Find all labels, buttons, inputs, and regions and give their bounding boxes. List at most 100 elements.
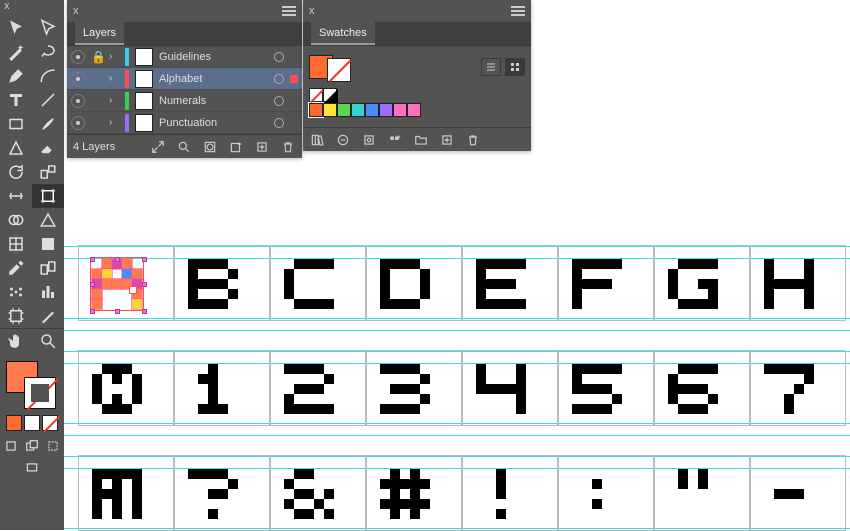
lasso-tool[interactable] (32, 40, 64, 64)
tools-grid (0, 16, 64, 353)
visibility-icon[interactable] (71, 50, 85, 64)
new-layer-icon[interactable] (254, 139, 270, 155)
swatch-color[interactable] (323, 103, 337, 117)
shaper-tool[interactable] (0, 136, 32, 160)
layer-name: Punctuation (159, 117, 268, 129)
target-icon[interactable] (274, 96, 284, 106)
tools-panel: x (0, 0, 64, 530)
screen-mode[interactable] (0, 457, 64, 479)
symbol-sprayer-tool[interactable] (0, 280, 32, 304)
swatch-color[interactable] (407, 103, 421, 117)
lock-icon[interactable]: 🔒 (91, 50, 103, 64)
layers-panel-header: x (67, 0, 302, 22)
new-swatch-icon[interactable] (439, 132, 455, 148)
visibility-icon[interactable] (71, 116, 85, 130)
trash-icon[interactable] (280, 139, 296, 155)
target-icon[interactable] (274, 52, 284, 62)
swatch-color[interactable] (379, 103, 393, 117)
blend-tool[interactable] (32, 256, 64, 280)
new-swatch-folder-icon[interactable] (413, 132, 429, 148)
magic-wand-tool[interactable] (0, 40, 32, 64)
eyedropper-tool[interactable] (0, 256, 32, 280)
layer-row-guidelines[interactable]: 🔒 › Guidelines (67, 46, 302, 68)
rotate-tool[interactable] (0, 160, 32, 184)
glyph-A-selected[interactable] (92, 259, 152, 319)
eraser-tool[interactable] (32, 136, 64, 160)
swatch-registration[interactable] (323, 88, 337, 102)
expand-icon[interactable]: › (109, 117, 119, 128)
new-color-group-icon[interactable] (387, 132, 403, 148)
stroke-swatch[interactable] (24, 377, 56, 409)
artboard-tool[interactable] (0, 304, 32, 328)
expand-icon[interactable]: › (109, 73, 119, 84)
layers-panel-footer: 4 Layers (67, 134, 302, 158)
swatch-library-icon[interactable] (309, 132, 325, 148)
layers-panel-menu[interactable] (282, 6, 296, 16)
none-chip[interactable] (42, 415, 58, 431)
visibility-icon[interactable] (71, 94, 85, 108)
last-fill-chip[interactable] (6, 415, 22, 431)
swatch-color[interactable] (337, 103, 351, 117)
current-stroke[interactable] (327, 58, 351, 82)
layer-color-bar (125, 92, 129, 110)
tab-swatches[interactable]: Swatches (311, 22, 375, 45)
swatches-panel-header: x (303, 0, 531, 22)
swatch-color[interactable] (309, 103, 323, 117)
expand-icon[interactable]: › (109, 51, 119, 62)
swatch-kind-icon[interactable] (335, 132, 351, 148)
expand-icon[interactable]: › (109, 95, 119, 106)
scale-tool[interactable] (32, 160, 64, 184)
target-icon[interactable] (274, 74, 284, 84)
swatch-none[interactable] (309, 88, 323, 102)
pen-tool[interactable] (0, 64, 32, 88)
gradient-tool[interactable] (32, 232, 64, 256)
layer-row-numerals[interactable]: › Numerals (67, 90, 302, 112)
artboard-cell (174, 350, 270, 426)
hand-tool[interactable] (0, 329, 32, 353)
selection-tool[interactable] (0, 16, 32, 40)
width-tool[interactable] (0, 184, 32, 208)
draw-inside[interactable] (43, 435, 64, 457)
layers-panel-close[interactable]: x (73, 5, 79, 17)
locate-object-icon[interactable] (150, 139, 166, 155)
layers-panel-tabs: Layers (67, 22, 302, 46)
swatch-options-icon[interactable] (361, 132, 377, 148)
grid-view-icon[interactable] (505, 58, 525, 76)
type-tool[interactable] (0, 88, 32, 112)
perspective-grid-tool[interactable] (32, 208, 64, 232)
tools-close[interactable]: x (0, 0, 64, 16)
draw-normal[interactable] (0, 435, 21, 457)
rectangle-tool[interactable] (0, 112, 32, 136)
paintbrush-tool[interactable] (32, 112, 64, 136)
tab-layers[interactable]: Layers (75, 22, 124, 45)
selection-indicator (290, 53, 298, 61)
target-icon[interactable] (274, 118, 284, 128)
layer-row-alphabet[interactable]: › Alphabet (67, 68, 302, 90)
artboard-cell (654, 455, 750, 531)
layer-row-punctuation[interactable]: › Punctuation (67, 112, 302, 134)
clip-mask-icon[interactable] (202, 139, 218, 155)
zoom-tool[interactable] (32, 329, 64, 353)
shape-builder-tool[interactable] (0, 208, 32, 232)
fill-stroke-indicator[interactable] (0, 357, 64, 411)
list-view-icon[interactable] (481, 58, 501, 76)
free-transform-tool[interactable] (32, 184, 64, 208)
trash-icon[interactable] (465, 132, 481, 148)
swatch-color[interactable] (393, 103, 407, 117)
slice-tool[interactable] (32, 304, 64, 328)
new-sublayer-icon[interactable] (228, 139, 244, 155)
draw-behind[interactable] (21, 435, 42, 457)
direct-selection-tool[interactable] (32, 16, 64, 40)
last-stroke-chip[interactable] (24, 415, 40, 431)
selection-indicator (290, 97, 298, 105)
line-tool[interactable] (32, 88, 64, 112)
swatches-panel-close[interactable]: x (309, 5, 315, 17)
swatch-color[interactable] (365, 103, 379, 117)
swatches-panel-menu[interactable] (511, 6, 525, 16)
swatch-color[interactable] (351, 103, 365, 117)
mesh-tool[interactable] (0, 232, 32, 256)
column-graph-tool[interactable] (32, 280, 64, 304)
visibility-icon[interactable] (71, 72, 85, 86)
search-icon[interactable] (176, 139, 192, 155)
curvature-tool[interactable] (32, 64, 64, 88)
